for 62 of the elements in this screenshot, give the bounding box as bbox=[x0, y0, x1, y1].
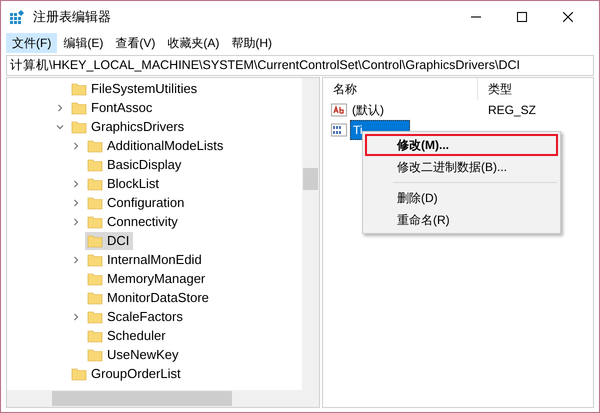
tree-item[interactable]: UseNewKey bbox=[85, 346, 183, 364]
tree-item[interactable]: Configuration bbox=[85, 194, 188, 212]
tree-item[interactable]: DCI bbox=[85, 232, 134, 250]
string-value-icon bbox=[331, 103, 347, 117]
chevron-right-icon[interactable] bbox=[72, 198, 80, 206]
folder-icon bbox=[71, 100, 87, 116]
menu-item[interactable]: 文件(F) bbox=[6, 33, 58, 53]
tree-item[interactable]: MonitorDataStore bbox=[85, 288, 213, 306]
horizontal-scrollbar[interactable] bbox=[7, 390, 319, 407]
vertical-scrollbar[interactable] bbox=[302, 78, 319, 390]
context-menu-item[interactable]: 重命名(R) bbox=[365, 209, 558, 231]
folder-icon bbox=[87, 328, 103, 344]
chevron-right-icon[interactable] bbox=[72, 312, 80, 320]
folder-icon bbox=[71, 366, 87, 382]
tree-item[interactable]: GraphicsDrivers bbox=[69, 118, 188, 136]
chevron-right-icon[interactable] bbox=[72, 256, 80, 264]
folder-icon bbox=[87, 290, 103, 306]
tree-item[interactable]: GroupOrderList bbox=[69, 364, 185, 382]
tree-item[interactable]: BlockList bbox=[85, 174, 164, 192]
binary-value-icon bbox=[331, 123, 347, 137]
chevron-down-icon[interactable] bbox=[56, 122, 64, 130]
tree-item[interactable]: FileSystemUtilities bbox=[69, 80, 202, 98]
context-menu-item[interactable]: 修改(M)... bbox=[365, 134, 558, 156]
tree-item[interactable]: Connectivity bbox=[85, 212, 182, 230]
registry-icon bbox=[9, 9, 25, 25]
folder-icon bbox=[87, 156, 103, 172]
context-menu-item[interactable]: 修改二进制数据(B)... bbox=[365, 156, 558, 178]
window-title: 注册表编辑器 bbox=[33, 8, 111, 26]
tree-item[interactable]: AdditionalModeLists bbox=[85, 136, 228, 154]
value-type: REG_SZ bbox=[487, 102, 536, 119]
chevron-right-icon[interactable] bbox=[72, 218, 80, 226]
folder-icon bbox=[87, 346, 103, 362]
folder-icon bbox=[87, 176, 103, 192]
folder-icon bbox=[87, 308, 103, 324]
tree-item[interactable]: BasicDisplay bbox=[85, 156, 186, 174]
chevron-right-icon[interactable] bbox=[72, 180, 80, 188]
column-header[interactable]: 类型 bbox=[478, 80, 512, 98]
folder-icon bbox=[71, 118, 87, 134]
folder-icon bbox=[87, 252, 103, 268]
address-field[interactable]: 计算机\HKEY_LOCAL_MACHINE\SYSTEM\CurrentControlSet\Control\GraphicsDrivers\DCI bbox=[6, 55, 594, 76]
folder-icon bbox=[87, 232, 103, 248]
menu-item[interactable]: 帮助(H) bbox=[225, 33, 278, 53]
tree-item[interactable]: Scheduler bbox=[85, 326, 170, 344]
folder-icon bbox=[87, 194, 103, 210]
tree-item[interactable]: ScaleFactors bbox=[85, 308, 187, 326]
menu-item[interactable]: 查看(V) bbox=[109, 33, 162, 53]
folder-icon bbox=[87, 270, 103, 286]
chevron-right-icon[interactable] bbox=[56, 104, 64, 112]
close-icon[interactable] bbox=[563, 12, 573, 22]
menu-item[interactable]: 收藏夹(A) bbox=[161, 33, 226, 53]
column-header[interactable]: 名称 bbox=[323, 78, 478, 100]
tree-item[interactable]: MemoryManager bbox=[85, 270, 210, 288]
tree-item[interactable]: FontAssoc bbox=[69, 98, 156, 116]
folder-icon bbox=[87, 138, 103, 154]
tree-item[interactable]: InternalMonEdid bbox=[85, 250, 206, 268]
context-menu-item[interactable]: 删除(D) bbox=[365, 187, 558, 209]
folder-icon bbox=[87, 214, 103, 230]
chevron-right-icon[interactable] bbox=[72, 142, 80, 150]
maximize-icon[interactable] bbox=[517, 12, 527, 22]
menu-item[interactable]: 编辑(E) bbox=[57, 33, 110, 53]
folder-icon bbox=[71, 80, 87, 96]
value-name[interactable]: (默认) bbox=[350, 101, 386, 119]
